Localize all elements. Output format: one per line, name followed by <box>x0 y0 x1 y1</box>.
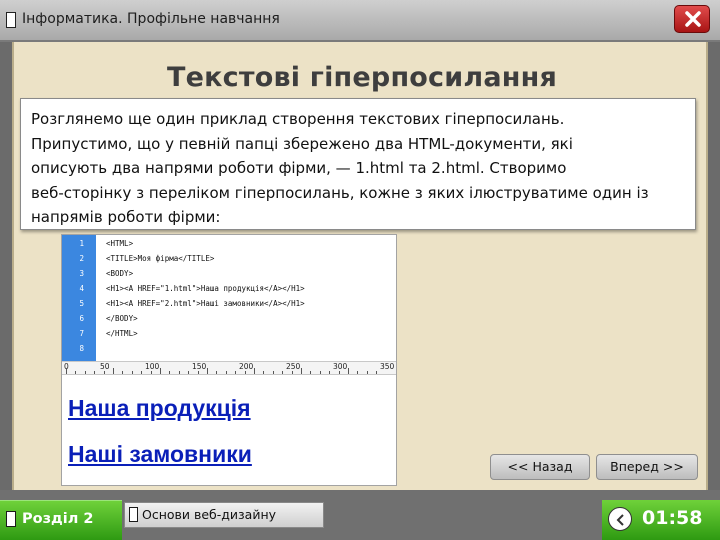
line-number: 2 <box>79 254 84 263</box>
ruler-tick <box>348 368 349 374</box>
section-label: Розділ 2 <box>22 511 94 527</box>
ruler-label: 50 <box>100 362 110 371</box>
ruler-tick <box>141 371 143 374</box>
ruler-tick <box>319 371 321 374</box>
code-line: </HTML> <box>106 329 138 338</box>
line-number-gutter: 1 2 3 4 5 6 7 8 <box>62 235 96 361</box>
close-x-icon <box>685 11 701 27</box>
line-number: 5 <box>79 299 84 308</box>
line-number: 7 <box>79 329 84 338</box>
slide-content: Текстові гіперпосилання Розглянемо ще од… <box>12 42 708 490</box>
code-example-panel: 1 2 3 4 5 6 7 8 <HTML> <TITLE>Моя фірма<… <box>61 234 397 486</box>
slide-title: Текстові гіперпосилання <box>166 62 558 93</box>
ruler-tick <box>122 371 124 374</box>
code-line: <BODY> <box>106 269 134 278</box>
explanation-text: Розглянемо ще один приклад створення тек… <box>31 110 649 226</box>
line-number: 3 <box>79 269 84 278</box>
code-line: <H1><A HREF="2.html">Наші замовники</A><… <box>106 299 305 308</box>
title-bar: Інформатика. Профільне навчання <box>0 0 720 42</box>
code-line: </BODY> <box>106 314 138 323</box>
ruler-tick <box>329 371 331 374</box>
ruler-label: 200 <box>239 362 254 371</box>
ruler-tick <box>291 371 293 374</box>
bottom-bar: Розділ 2 Основи веб-дизайну 01:58 <box>0 490 720 540</box>
ruler-label: 350 <box>380 362 395 371</box>
timer-icon[interactable] <box>608 507 632 531</box>
code-line: <TITLE>Моя фірма</TITLE> <box>106 254 215 263</box>
ruler-tick <box>103 371 105 374</box>
ruler-tick <box>188 371 190 374</box>
ruler-tick <box>310 371 312 374</box>
ruler-tick <box>207 368 208 374</box>
explanation-textbox: Розглянемо ще один приклад створення тек… <box>20 98 696 230</box>
ruler-tick <box>366 371 368 374</box>
preview-link-products[interactable]: Наша продукція <box>68 395 251 422</box>
back-button[interactable]: << Назад <box>490 454 590 480</box>
ruler-label: 100 <box>145 362 160 371</box>
ruler-tick <box>94 371 96 374</box>
ruler-label: 300 <box>333 362 348 371</box>
code-line: <HTML> <box>106 239 134 248</box>
preview-link-customers[interactable]: Наші замовники <box>68 441 252 468</box>
ruler-tick <box>178 371 180 374</box>
timer-area: 01:58 <box>602 500 720 540</box>
ruler-label: 150 <box>192 362 207 371</box>
section-tab[interactable]: Розділ 2 <box>0 500 122 540</box>
ruler-tick <box>254 368 255 374</box>
ruler-tick <box>376 371 378 374</box>
module-icon <box>129 507 138 522</box>
ruler-tick <box>282 371 284 374</box>
timer-readout: 01:58 <box>642 507 703 529</box>
ruler-tick <box>75 371 77 374</box>
ruler-tick <box>225 371 227 374</box>
line-number: 8 <box>79 344 84 353</box>
ruler-tick <box>235 371 237 374</box>
ruler-tick <box>263 371 265 374</box>
module-label: Основи веб-дизайну <box>142 507 277 522</box>
ruler-tick <box>131 371 133 374</box>
document-icon <box>6 12 16 28</box>
section-icon <box>6 511 16 527</box>
ruler-tick <box>113 368 114 374</box>
ruler-tick <box>169 371 171 374</box>
pixel-ruler: 0 50 100 150 200 250 300 350 <box>62 361 396 375</box>
line-number: 1 <box>79 239 84 248</box>
ruler-label: 250 <box>286 362 301 371</box>
ruler-tick <box>84 371 86 374</box>
window-title: Інформатика. Профільне навчання <box>22 11 280 27</box>
ruler-tick <box>357 371 359 374</box>
close-button[interactable] <box>674 5 710 33</box>
ruler-tick <box>338 371 340 374</box>
line-number: 4 <box>79 284 84 293</box>
ruler-tick <box>244 371 246 374</box>
ruler-tick <box>301 368 302 374</box>
module-tab[interactable]: Основи веб-дизайну <box>124 502 324 528</box>
ruler-tick <box>150 371 152 374</box>
app-window: Інформатика. Профільне навчання Текстові… <box>0 0 720 540</box>
ruler-tick <box>216 371 218 374</box>
ruler-tick <box>160 368 161 374</box>
code-line: <H1><A HREF="1.html">Наша продукція</A><… <box>106 284 305 293</box>
ruler-tick <box>197 371 199 374</box>
forward-button[interactable]: Вперед >> <box>596 454 698 480</box>
ruler-tick <box>66 368 67 374</box>
ruler-tick <box>272 371 274 374</box>
line-number: 6 <box>79 314 84 323</box>
